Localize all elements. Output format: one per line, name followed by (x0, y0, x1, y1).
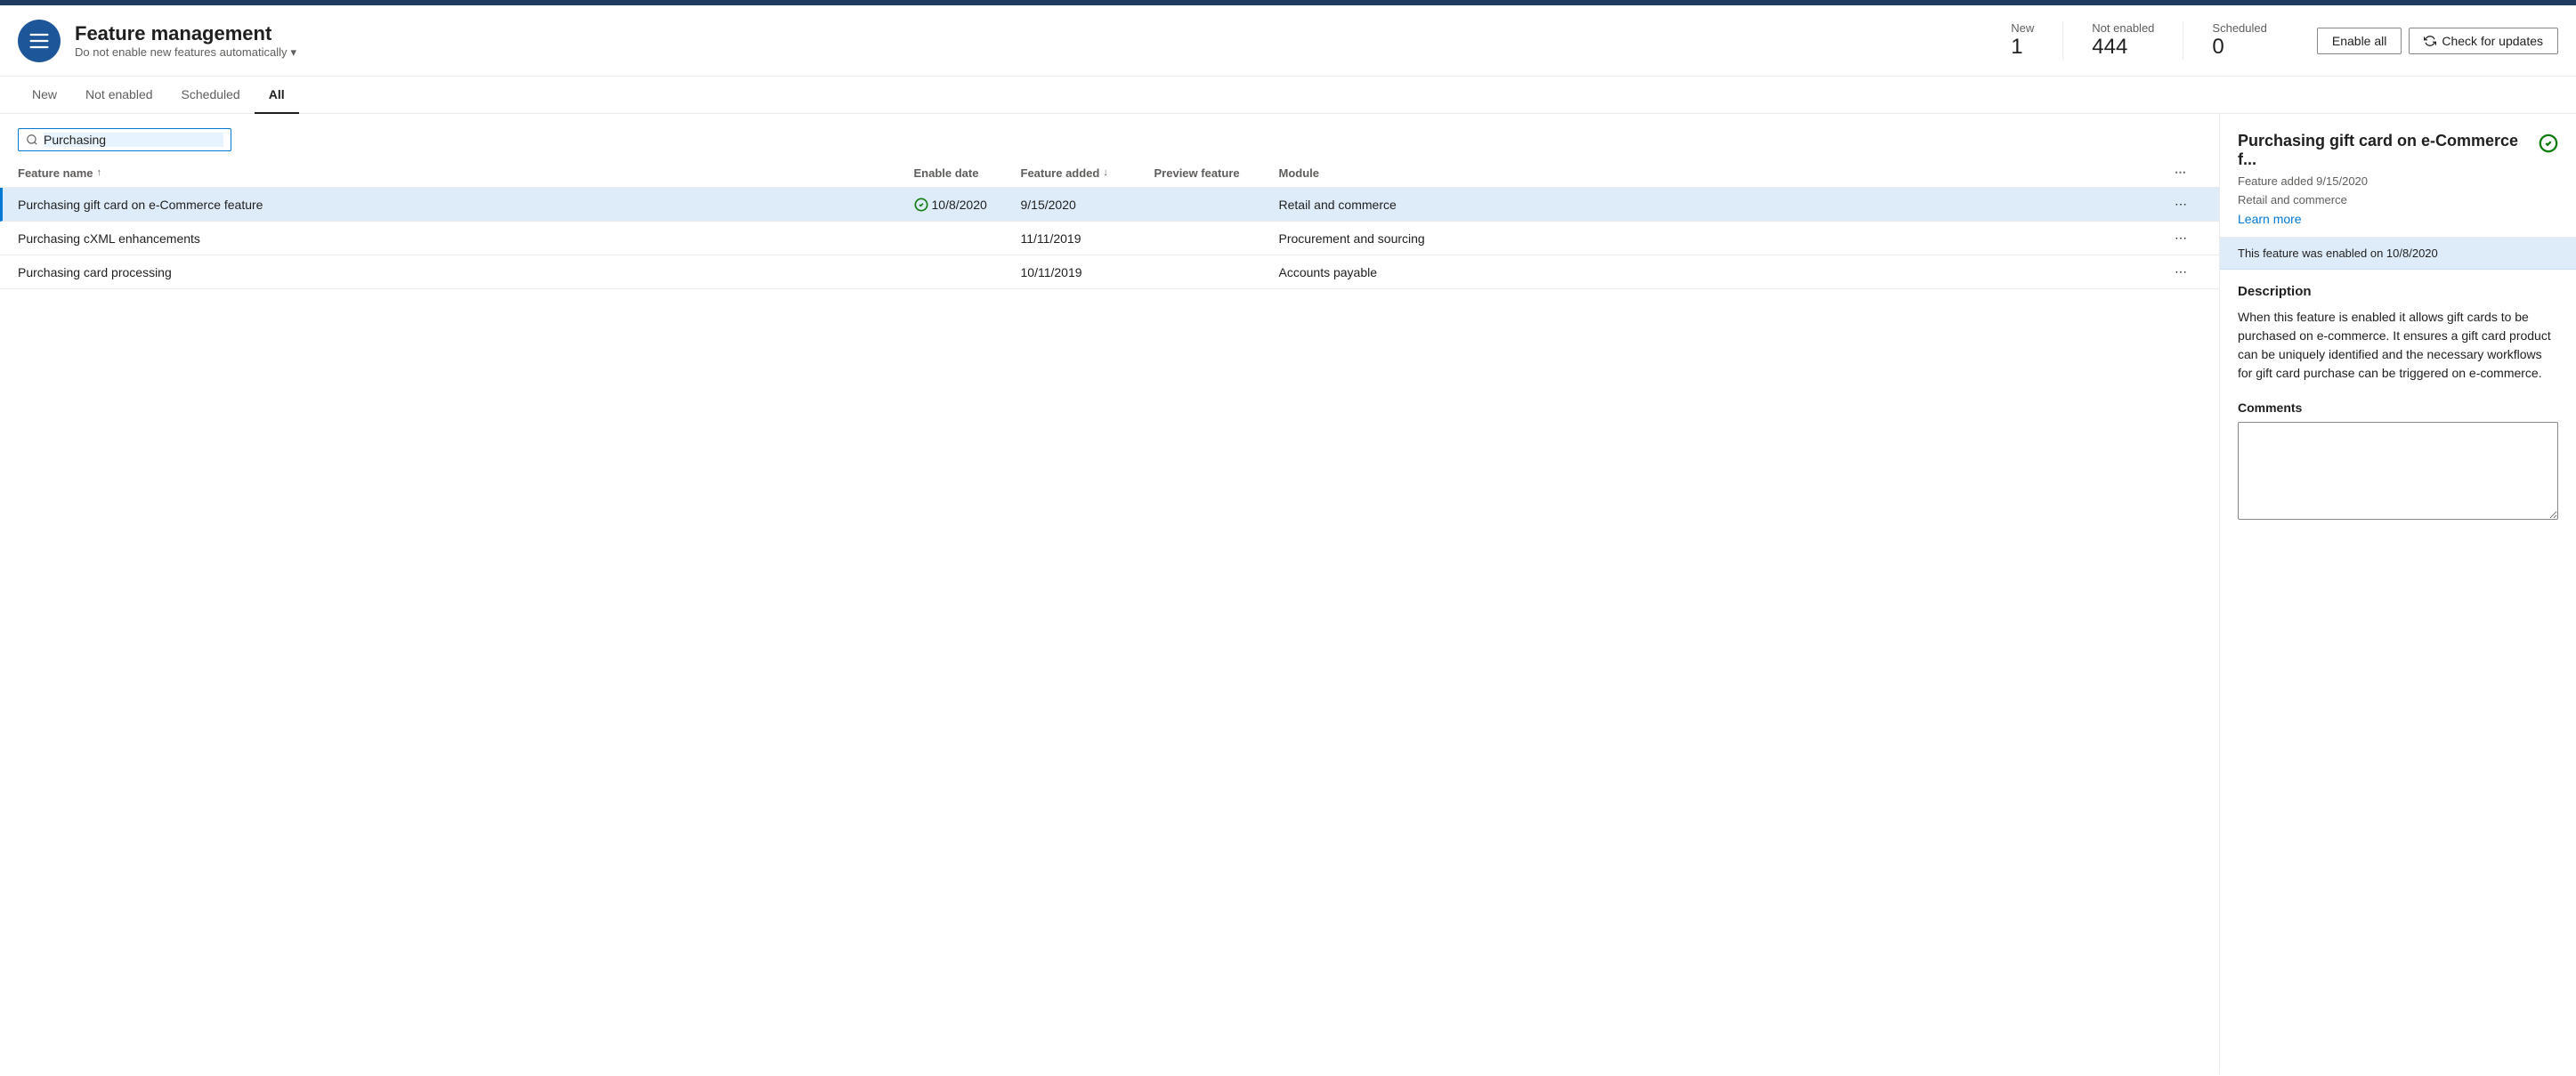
comments-textarea[interactable] (2238, 422, 2558, 520)
description-title: Description (2238, 284, 2558, 299)
nav-tabs: New Not enabled Scheduled All (0, 77, 2576, 114)
detail-title-row: Purchasing gift card on e-Commerce f... (2238, 132, 2558, 169)
module-1: Retail and commerce (1279, 198, 2175, 212)
sort-arrow-name[interactable]: ↑ (97, 167, 102, 178)
stat-not-enabled: Not enabled 444 (2063, 21, 2183, 60)
header-stats: New 1 Not enabled 444 Scheduled 0 (1982, 21, 2296, 60)
detail-enabled-icon (2539, 133, 2558, 156)
enabled-check-icon-1 (914, 198, 928, 212)
feature-name-3: Purchasing card processing (18, 265, 914, 279)
tab-scheduled[interactable]: Scheduled (167, 77, 255, 114)
detail-description: When this feature is enabled it allows g… (2238, 308, 2558, 383)
detail-enabled-banner: This feature was enabled on 10/8/2020 (2220, 238, 2576, 270)
stat-scheduled: Scheduled 0 (2183, 21, 2295, 60)
table-row[interactable]: Purchasing gift card on e-Commerce featu… (0, 188, 2219, 222)
table-row[interactable]: Purchasing cXML enhancements 11/11/2019 … (0, 222, 2219, 255)
module-3: Accounts payable (1279, 265, 2175, 279)
detail-module: Retail and commerce (2238, 193, 2558, 206)
col-feature-added: Feature added ↓ (1021, 166, 1137, 180)
col-module: Module (1279, 166, 2175, 180)
enable-date-1: 10/8/2020 (914, 198, 1021, 212)
feature-table: Feature name ↑ Enable date Feature added… (0, 158, 2219, 1074)
search-bar (0, 114, 2219, 158)
detail-title: Purchasing gift card on e-Commerce f... (2238, 132, 2531, 169)
sort-arrow-added[interactable]: ↓ (1103, 167, 1108, 178)
detail-feature-added: Feature added 9/15/2020 (2238, 174, 2558, 188)
feature-added-2: 11/11/2019 (1021, 231, 1137, 246)
col-preview: Preview feature (1154, 166, 1279, 180)
main-layout: Feature name ↑ Enable date Feature added… (0, 114, 2576, 1074)
more-3[interactable]: ⋯ (2175, 264, 2201, 279)
left-panel: Feature name ↑ Enable date Feature added… (0, 114, 2220, 1074)
tab-not-enabled[interactable]: Not enabled (71, 77, 167, 114)
header: Feature management Do not enable new fea… (0, 5, 2576, 77)
tab-new[interactable]: New (18, 77, 71, 114)
feature-name-2: Purchasing cXML enhancements (18, 231, 914, 246)
tab-all[interactable]: All (255, 77, 299, 114)
feature-added-1: 9/15/2020 (1021, 198, 1137, 212)
feature-name-1: Purchasing gift card on e-Commerce featu… (18, 198, 914, 212)
right-panel: Purchasing gift card on e-Commerce f... … (2220, 114, 2576, 1074)
refresh-icon (2424, 35, 2436, 47)
col-preview-icon (1137, 166, 1154, 180)
app-logo (18, 20, 61, 62)
search-input[interactable] (44, 133, 223, 147)
more-1[interactable]: ⋯ (2175, 197, 2201, 212)
enable-all-button[interactable]: Enable all (2317, 28, 2402, 54)
table-header: Feature name ↑ Enable date Feature added… (0, 158, 2219, 188)
feature-added-3: 10/11/2019 (1021, 265, 1137, 279)
stat-new: New 1 (1982, 21, 2063, 60)
detail-body: Description When this feature is enabled… (2220, 270, 2576, 537)
header-title-group: Feature management Do not enable new fea… (75, 22, 1982, 60)
learn-more-link[interactable]: Learn more (2238, 212, 2558, 226)
detail-header: Purchasing gift card on e-Commerce f... … (2220, 114, 2576, 238)
table-row[interactable]: Purchasing card processing 10/11/2019 Ac… (0, 255, 2219, 289)
search-icon (26, 133, 38, 146)
col-name: Feature name ↑ (18, 166, 914, 180)
subtitle-dropdown[interactable]: Do not enable new features automatically… (75, 45, 1982, 60)
col-enable-date: Enable date (914, 166, 1021, 180)
header-actions: Enable all Check for updates (2317, 28, 2558, 54)
check-updates-button[interactable]: Check for updates (2409, 28, 2558, 54)
more-2[interactable]: ⋯ (2175, 231, 2201, 246)
col-more: ⋯ (2175, 166, 2201, 180)
page-title: Feature management (75, 22, 1982, 45)
comments-label: Comments (2238, 400, 2558, 415)
search-input-wrapper[interactable] (18, 128, 231, 151)
module-2: Procurement and sourcing (1279, 231, 2175, 246)
